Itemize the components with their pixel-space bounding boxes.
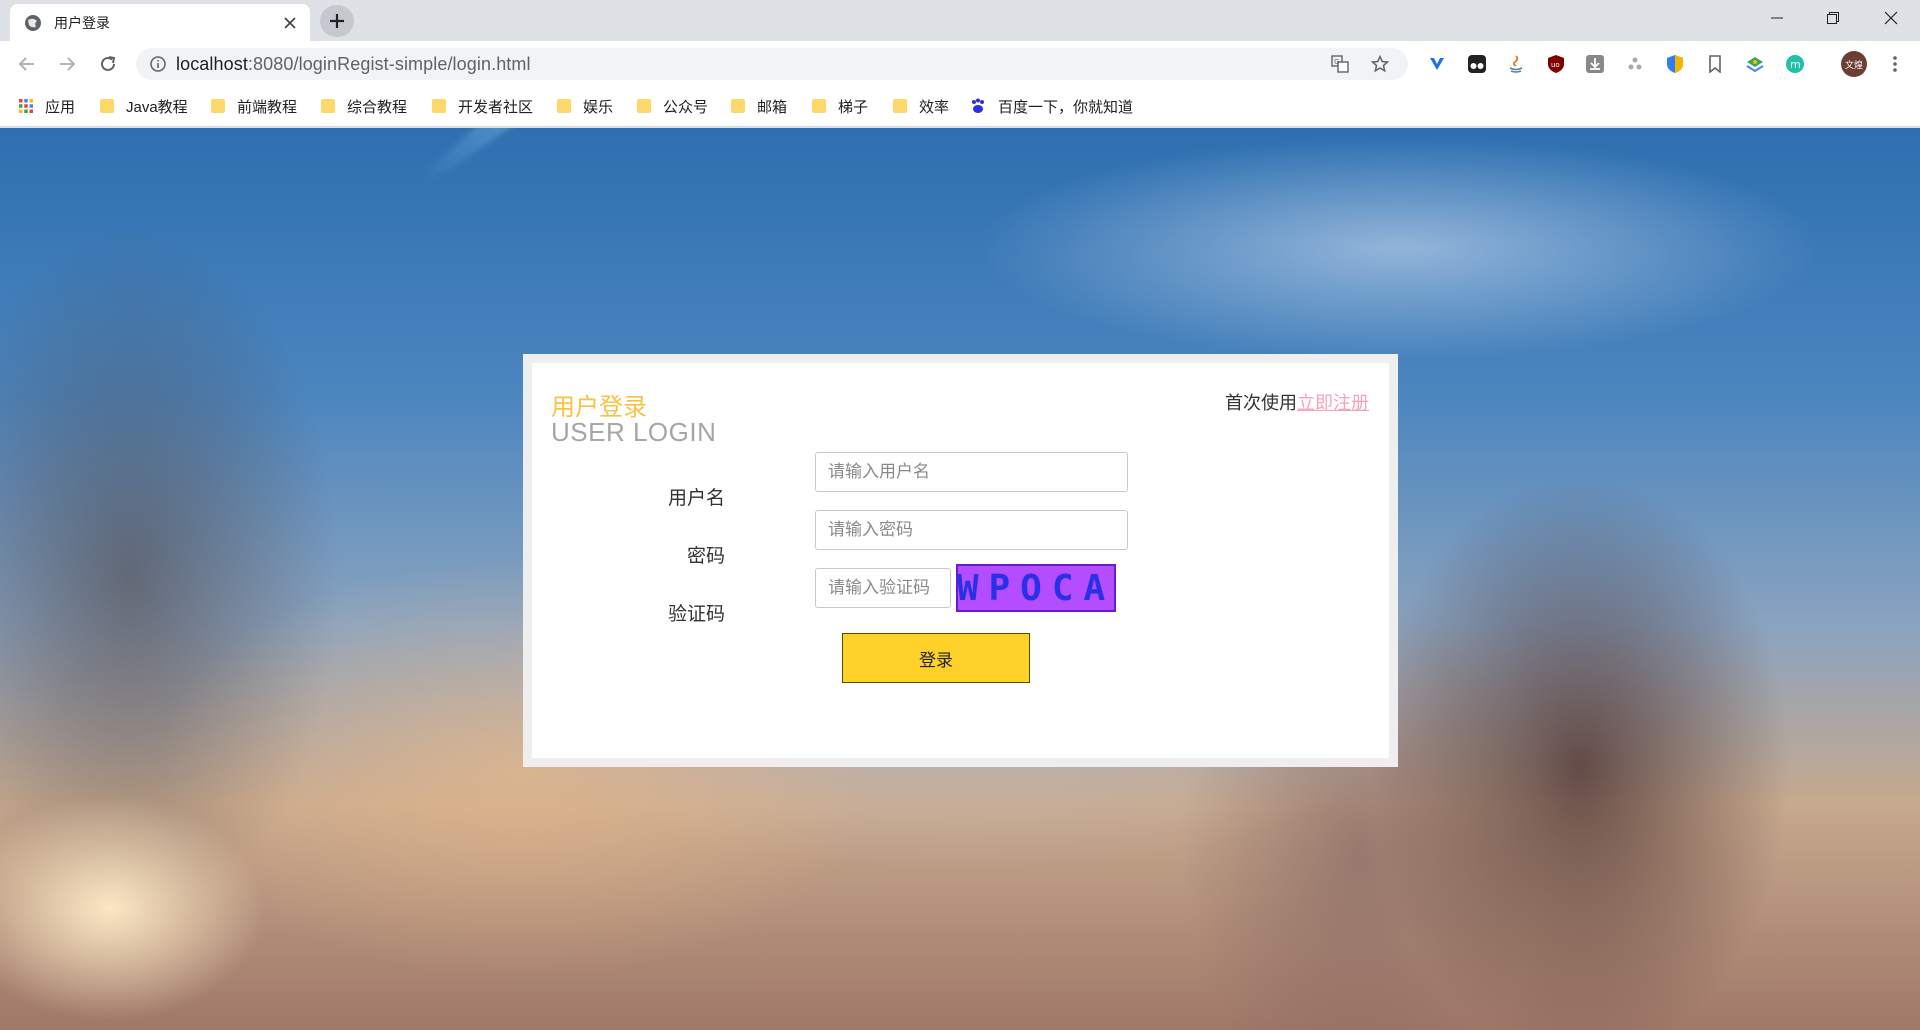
username-label: 用户名 (667, 488, 725, 509)
bookmark-label: 娱乐 (583, 98, 614, 116)
browser-tab[interactable]: 用户登录 (10, 4, 310, 41)
bookmark-folder[interactable]: 综合教程 (321, 87, 407, 125)
browser-toolbar: localhost:8080/loginRegist-simple/login.… (0, 41, 1920, 87)
bookmark-folder[interactable]: 效率 (893, 87, 949, 125)
login-panel: 用户登录 USER LOGIN 首次使用立即注册 用户名 密码 验证码 WPOC… (523, 354, 1398, 767)
map-extension-icon[interactable] (1744, 53, 1766, 75)
download-extension-icon[interactable] (1584, 53, 1606, 75)
bookmark-label: 前端教程 (237, 98, 298, 116)
star-bookmark-icon[interactable] (1368, 52, 1392, 76)
folder-icon (100, 98, 114, 114)
bookmark-folder[interactable]: 梯子 (812, 87, 868, 125)
bookmark-apps[interactable]: 应用 (19, 87, 75, 125)
bookmark-folder[interactable]: Java教程 (100, 87, 188, 125)
bookmark-label: 梯子 (838, 98, 869, 116)
m-extension-icon[interactable]: m (1784, 53, 1806, 75)
page-viewport: 用户登录 USER LOGIN 首次使用立即注册 用户名 密码 验证码 WPOC… (0, 128, 1920, 1030)
folder-icon (321, 98, 335, 114)
address-bar[interactable]: localhost:8080/loginRegist-simple/login.… (136, 48, 1408, 80)
shield-extension-icon[interactable] (1664, 53, 1686, 75)
folder-icon (557, 98, 571, 114)
bookmark-label: 综合教程 (347, 98, 408, 116)
username-input[interactable] (815, 452, 1128, 492)
close-tab-icon[interactable] (280, 13, 300, 33)
ublock-extension-icon[interactable]: uo (1545, 53, 1567, 75)
bookmark-folder[interactable]: 娱乐 (557, 87, 613, 125)
background-comet-streak (410, 128, 871, 195)
captcha-image[interactable]: WPOCA (956, 564, 1116, 612)
back-button[interactable] (13, 50, 41, 78)
svg-text:G: G (1334, 58, 1339, 66)
register-prompt-text: 首次使用 (1225, 393, 1297, 413)
bookmark-folder[interactable]: 开发者社区 (432, 87, 533, 125)
reload-button[interactable] (94, 50, 122, 78)
password-input[interactable] (815, 510, 1128, 550)
people-extension-icon[interactable] (1624, 53, 1646, 75)
restore-window-button[interactable] (1810, 0, 1856, 36)
bookmark-folder[interactable]: 公众号 (637, 87, 708, 125)
folder-icon (211, 98, 225, 114)
baidu-paw-icon (970, 98, 986, 114)
globe-icon (24, 14, 42, 32)
menu-kebab-icon[interactable] (1884, 53, 1906, 75)
vpn-extension-icon[interactable] (1426, 53, 1448, 75)
tab-title: 用户登录 (54, 14, 110, 31)
bookmark-label: 公众号 (663, 98, 709, 116)
bookmark-label: 开发者社区 (458, 98, 534, 116)
register-link[interactable]: 立即注册 (1297, 393, 1369, 413)
profile-avatar[interactable]: 文煌 (1841, 51, 1867, 77)
java-extension-icon[interactable] (1505, 53, 1527, 75)
bookmark-label: 百度一下，你就知道 (998, 98, 1134, 116)
svg-text:uo: uo (1551, 61, 1560, 69)
login-button[interactable]: 登录 (842, 633, 1030, 683)
folder-icon (432, 98, 446, 114)
apps-grid-icon (19, 98, 33, 114)
avatar-text: 文煌 (1841, 51, 1867, 77)
bookmark-label: 应用 (45, 98, 76, 116)
info-icon[interactable] (150, 56, 166, 72)
url-path: :8080/loginRegist-simple/login.html (247, 53, 531, 74)
forward-button[interactable] (53, 50, 81, 78)
tab-strip: 用户登录 (0, 0, 1920, 41)
tampermonkey-extension-icon[interactable] (1466, 53, 1488, 75)
url-host: localhost (176, 53, 248, 74)
bookmarks-bar: 应用 Java教程 前端教程 综合教程 开发者社区 娱乐 公众号 邮箱 梯子 效… (0, 87, 1920, 127)
url-text[interactable]: localhost:8080/loginRegist-simple/login.… (176, 54, 531, 75)
bookmark-label: 效率 (919, 98, 950, 116)
bookmark-label: 邮箱 (757, 98, 788, 116)
login-title-en: USER LOGIN (551, 417, 717, 447)
login-box: 用户登录 USER LOGIN 首次使用立即注册 用户名 密码 验证码 WPOC… (532, 363, 1389, 758)
bookmark-baidu[interactable]: 百度一下，你就知道 (970, 87, 1133, 125)
folder-icon (731, 98, 745, 114)
folder-icon (893, 98, 907, 114)
bookmark-extension-icon[interactable] (1704, 53, 1726, 75)
folder-icon (637, 98, 651, 114)
captcha-label: 验证码 (667, 604, 725, 625)
bookmark-label: Java教程 (126, 98, 188, 116)
svg-text:m: m (1790, 58, 1801, 71)
register-prompt: 首次使用立即注册 (1225, 389, 1369, 415)
bookmark-folder[interactable]: 邮箱 (731, 87, 787, 125)
close-window-button[interactable] (1868, 0, 1914, 36)
new-tab-button[interactable] (320, 5, 354, 37)
password-label: 密码 (686, 546, 725, 567)
translate-icon[interactable]: G (1328, 52, 1352, 76)
folder-icon (812, 98, 826, 114)
minimize-window-button[interactable] (1754, 0, 1800, 36)
captcha-input[interactable] (815, 568, 951, 608)
bookmark-folder[interactable]: 前端教程 (211, 87, 297, 125)
